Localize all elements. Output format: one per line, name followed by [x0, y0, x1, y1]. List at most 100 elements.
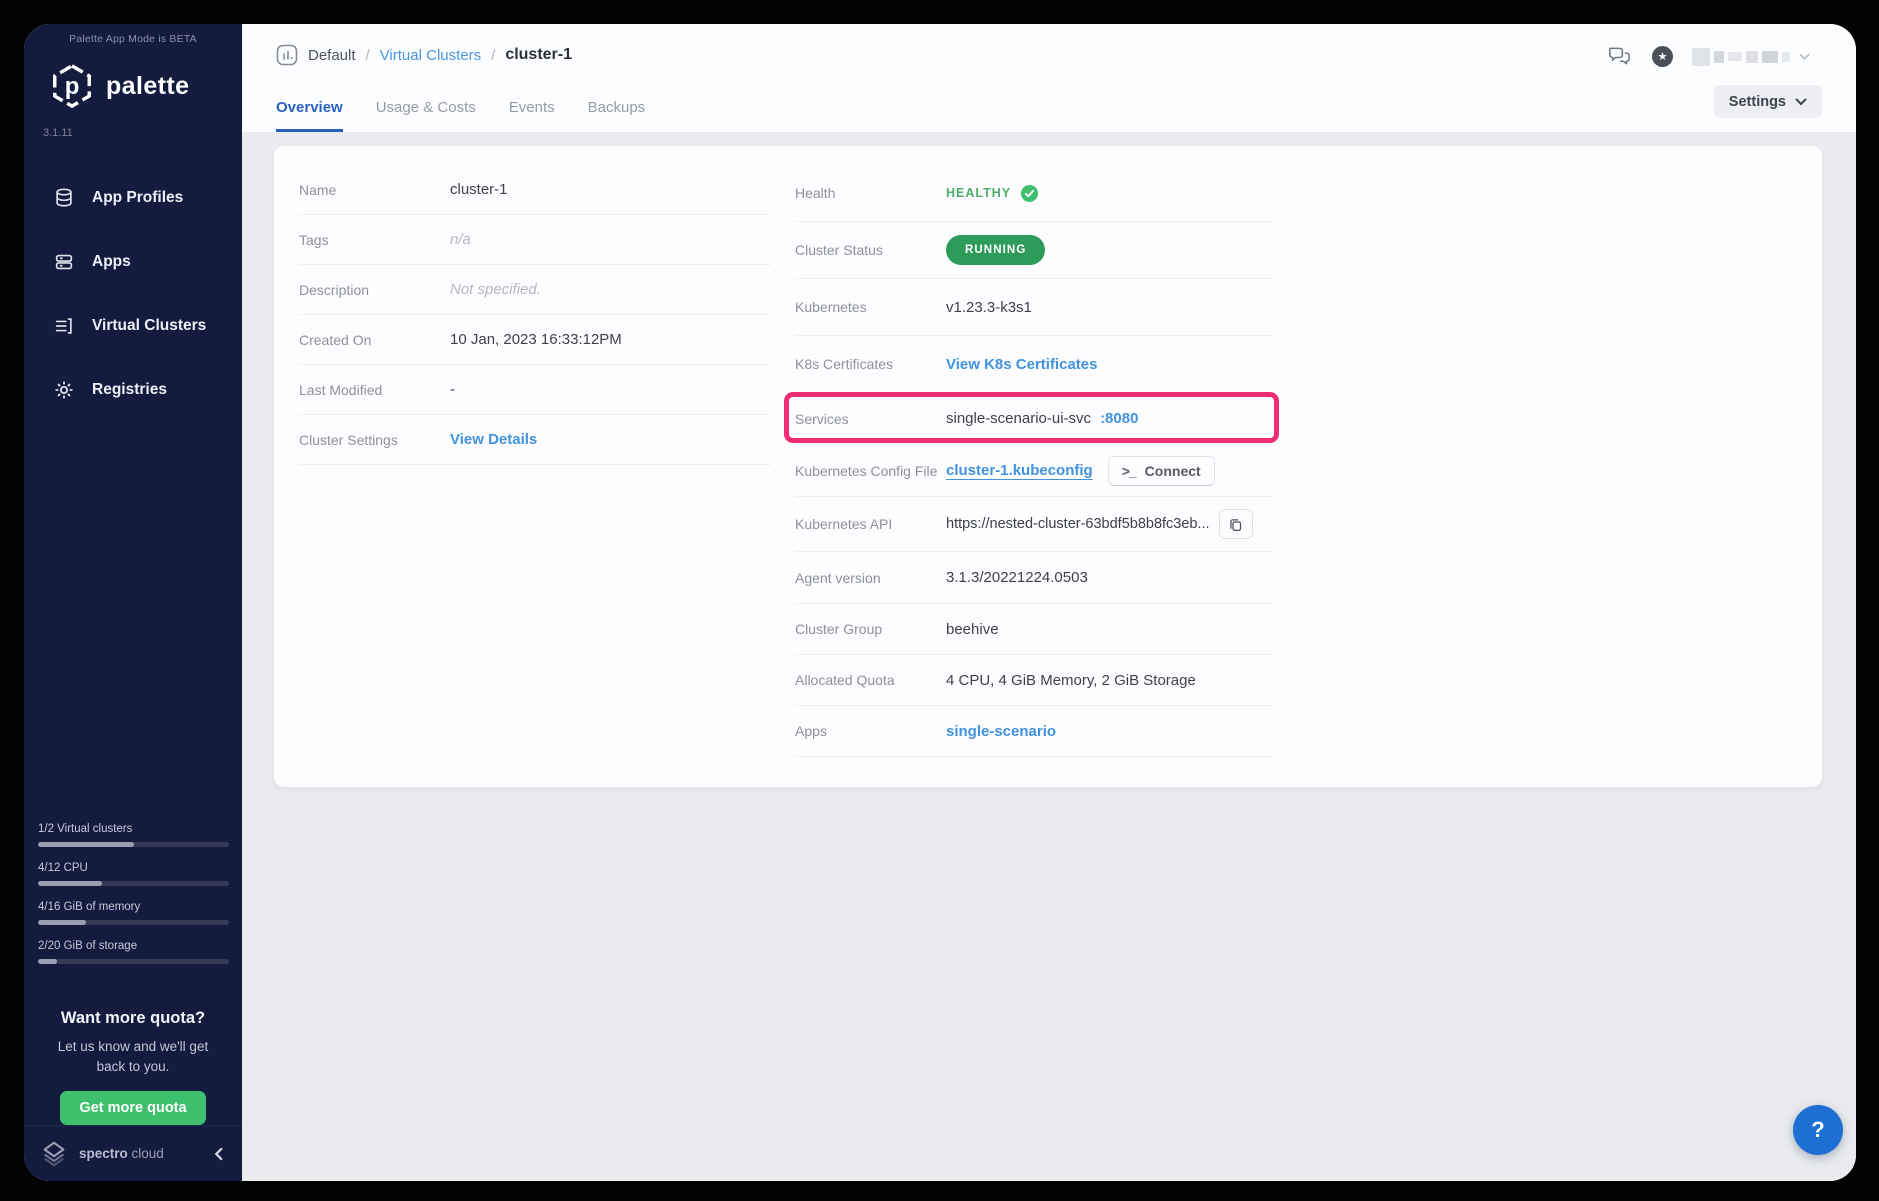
cluster-status-column: Health HEALTHY Cluster Status RUNNING Ku… [795, 165, 1272, 757]
service-name-value: single-scenario-ui-svc [946, 410, 1091, 427]
detail-label: Cluster Group [795, 621, 946, 637]
quota-progress-fill [38, 920, 86, 925]
breadcrumb-virtual-clusters-link[interactable]: Virtual Clusters [380, 47, 481, 64]
kubernetes-version-value: v1.23.3-k3s1 [946, 299, 1032, 316]
header-actions: ★ [1606, 45, 1810, 68]
sidebar-collapse-icon[interactable] [210, 1143, 227, 1165]
connect-button-label: Connect [1145, 463, 1201, 479]
detail-row-kubernetes: Kubernetes v1.23.3-k3s1 [795, 279, 1272, 336]
detail-label: Services [795, 411, 946, 427]
detail-label: Agent version [795, 570, 946, 586]
service-port-link[interactable]: :8080 [1100, 410, 1138, 427]
quota-meter-1-2-virtual-clusters: 1/2 Virtual clusters [38, 823, 229, 847]
database-icon [53, 187, 75, 209]
quota-progress-track [38, 842, 229, 847]
detail-label: K8s Certificates [795, 356, 946, 372]
svg-text:p: p [65, 73, 80, 100]
quota-meter-4-16-gib-of-memory: 4/16 GiB of memory [38, 901, 229, 925]
quota-progress-track [38, 920, 229, 925]
settings-button[interactable]: Settings [1714, 85, 1822, 118]
clusters-list-icon [53, 315, 75, 337]
feedback-chat-icon[interactable] [1606, 45, 1633, 68]
user-name-redacted [1714, 51, 1724, 63]
detail-label: Cluster Settings [299, 432, 450, 448]
tab-usage-costs[interactable]: Usage & Costs [376, 99, 476, 132]
detail-label: Health [795, 185, 946, 201]
copy-api-url-button[interactable] [1219, 509, 1253, 539]
user-name-redacted [1746, 51, 1758, 63]
quota-progress-track [38, 959, 229, 964]
breadcrumb-current-cluster: cluster-1 [505, 46, 572, 64]
detail-row-description: Description Not specified. [299, 265, 771, 315]
detail-label: Kubernetes [795, 299, 946, 315]
sidebar-item-virtual-clusters[interactable]: Virtual Clusters [24, 294, 242, 358]
help-button[interactable]: ? [1793, 1105, 1843, 1155]
cluster-details-column: Name cluster-1 Tags n/a Description Not … [299, 165, 771, 465]
quota-progress-fill [38, 959, 57, 964]
quota-label: 4/16 GiB of memory [38, 901, 229, 913]
user-name-redacted [1728, 52, 1742, 61]
detail-label: Last Modified [299, 382, 450, 398]
detail-row-allocated-quota: Allocated Quota 4 CPU, 4 GiB Memory, 2 G… [795, 655, 1272, 706]
sidebar-nav: App Profiles Apps Virtual Clusters Registri… [24, 166, 242, 422]
chevron-down-icon [1795, 98, 1807, 106]
quota-label: 2/20 GiB of storage [38, 940, 229, 952]
quota-cta: Want more quota? Let us know and we'll g… [24, 1009, 242, 1125]
view-details-link[interactable]: View Details [450, 431, 537, 448]
chevron-down-icon [1799, 53, 1810, 61]
detail-row-k8s-certificates: K8s Certificates View K8s Certificates [795, 336, 1272, 393]
tab-backups[interactable]: Backups [588, 99, 646, 132]
get-more-quota-button[interactable]: Get more quota [60, 1091, 205, 1125]
quota-label: 1/2 Virtual clusters [38, 823, 229, 835]
detail-label: Created On [299, 332, 450, 348]
kubernetes-api-url-value: https://nested-cluster-63bdf5b8b8fc3eb..… [946, 516, 1210, 532]
cluster-group-value: beehive [946, 621, 999, 638]
brand: p palette [49, 63, 189, 109]
gear-icon [53, 379, 75, 401]
sidebar-item-label: Apps [92, 253, 131, 271]
tab-overview[interactable]: Overview [276, 99, 343, 132]
detail-row-kubeconfig: Kubernetes Config File cluster-1.kubecon… [795, 445, 1272, 497]
app-version: 3.1.11 [43, 127, 73, 139]
detail-label: Allocated Quota [795, 672, 946, 688]
detail-row-health: Health HEALTHY [795, 165, 1272, 222]
detail-row-agent-version: Agent version 3.1.3/20221224.0503 [795, 552, 1272, 604]
last-modified-value: - [450, 381, 455, 398]
sidebar: Palette App Mode is BETA p palette 3.1.1… [24, 24, 242, 1181]
page-header: Default / Virtual Clusters / cluster-1 ★ [242, 24, 1856, 132]
detail-row-kubernetes-api: Kubernetes API https://nested-cluster-63… [795, 497, 1272, 552]
view-k8s-certificates-link[interactable]: View K8s Certificates [946, 356, 1097, 373]
servers-icon [53, 251, 75, 273]
quota-progress-track [38, 881, 229, 886]
quota-label: 4/12 CPU [38, 862, 229, 874]
quota-cta-heading: Want more quota? [24, 1009, 242, 1028]
quota-cta-body: Let us know and we'll get back to you. [44, 1037, 222, 1076]
cluster-name-value: cluster-1 [450, 181, 508, 198]
breadcrumb: Default / Virtual Clusters / cluster-1 [276, 44, 572, 66]
sidebar-item-label: Registries [92, 381, 167, 399]
user-menu[interactable] [1692, 48, 1810, 66]
breadcrumb-separator: / [366, 47, 370, 64]
connect-button[interactable]: >_ Connect [1108, 456, 1215, 486]
description-value: Not specified. [450, 281, 541, 298]
sidebar-item-apps[interactable]: Apps [24, 230, 242, 294]
tab-bar: Overview Usage & Costs Events Backups [276, 99, 645, 132]
quota-progress-fill [38, 881, 102, 886]
detail-row-last-modified: Last Modified - [299, 365, 771, 415]
main-area: Default / Virtual Clusters / cluster-1 ★ [242, 24, 1856, 1181]
kubeconfig-download-link[interactable]: cluster-1.kubeconfig [946, 462, 1093, 479]
user-name-redacted [1782, 52, 1790, 62]
sidebar-item-label: App Profiles [92, 189, 183, 207]
sidebar-item-registries[interactable]: Registries [24, 358, 242, 422]
sidebar-item-app-profiles[interactable]: App Profiles [24, 166, 242, 230]
app-window: Palette App Mode is BETA p palette 3.1.1… [24, 24, 1856, 1181]
healthy-check-icon [1020, 184, 1039, 203]
breadcrumb-project[interactable]: Default [308, 47, 356, 64]
app-link[interactable]: single-scenario [946, 723, 1056, 740]
breadcrumb-separator: / [491, 47, 495, 64]
agent-version-value: 3.1.3/20221224.0503 [946, 569, 1088, 586]
whats-new-star-icon[interactable]: ★ [1652, 46, 1673, 67]
quota-usage: 1/2 Virtual clusters 4/12 CPU 4/16 GiB of … [38, 823, 229, 979]
detail-row-cluster-status: Cluster Status RUNNING [795, 222, 1272, 279]
tab-events[interactable]: Events [509, 99, 555, 132]
